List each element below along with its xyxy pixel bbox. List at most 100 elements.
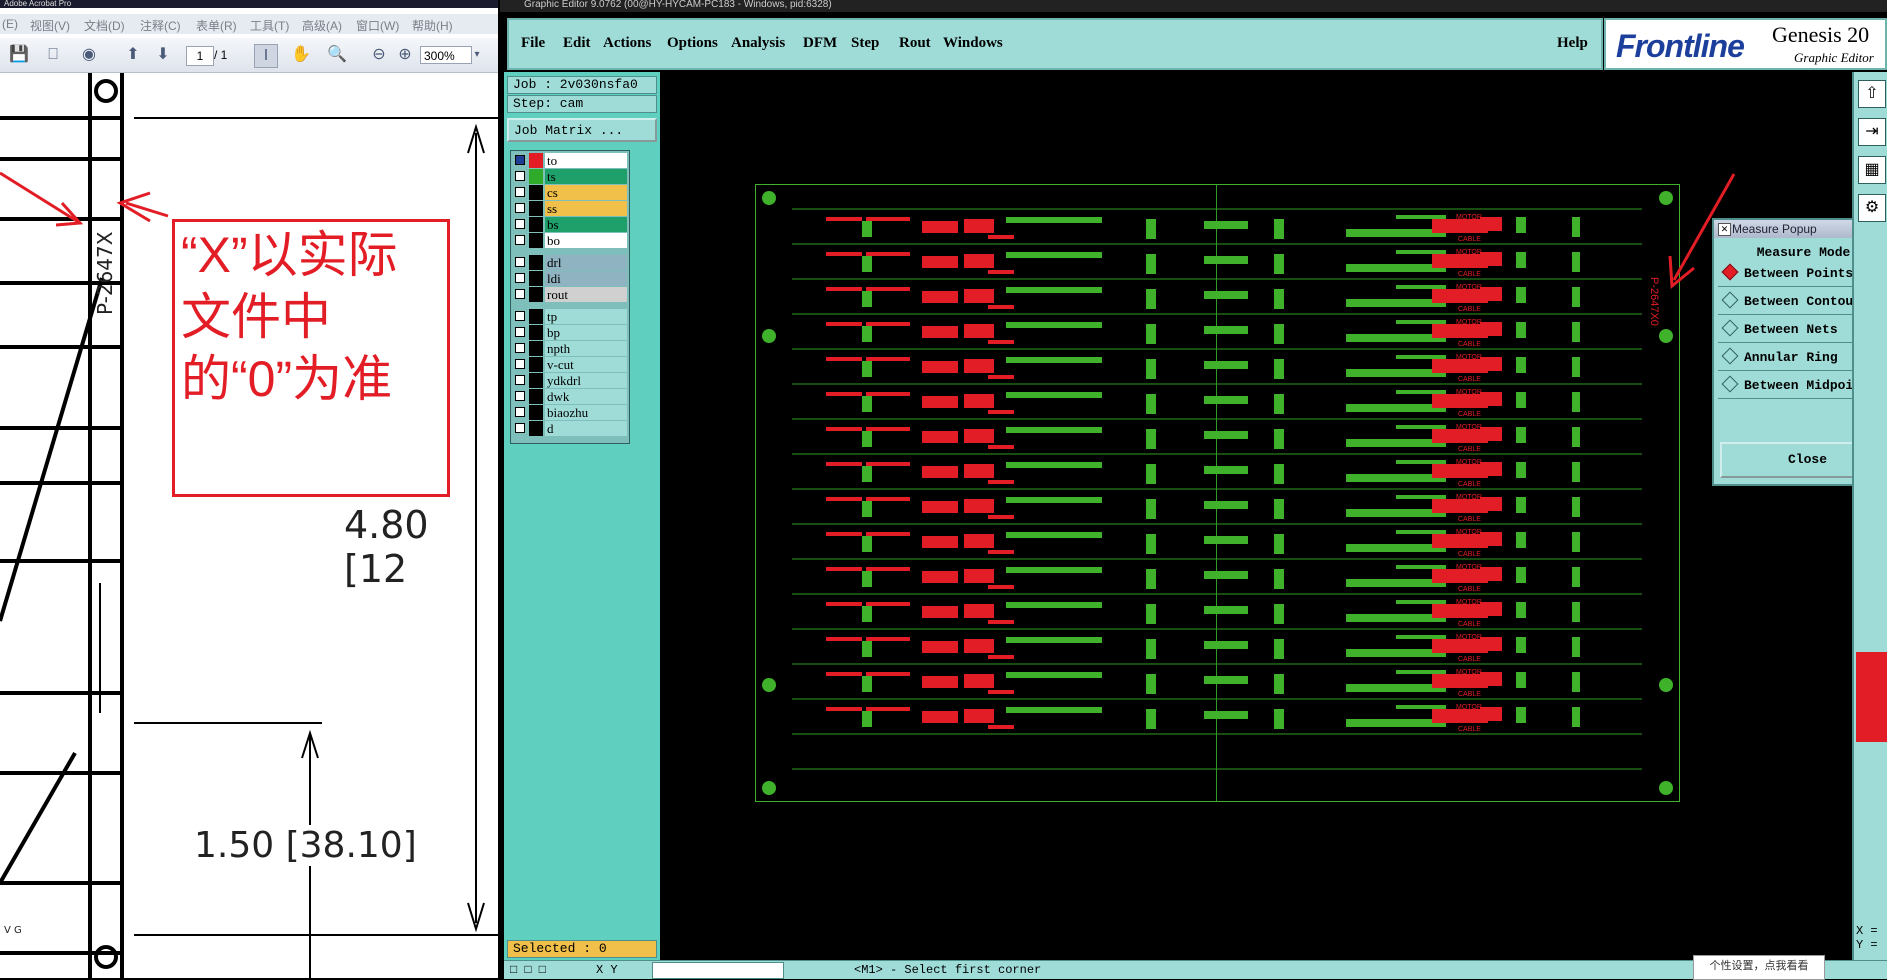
board-pad [1480, 462, 1502, 476]
menu-rout[interactable]: Rout [899, 35, 931, 52]
layer-row-ts[interactable]: ts [513, 169, 627, 184]
layer-row-bo[interactable]: bo [513, 233, 627, 248]
page-number-input[interactable]: 1 [186, 46, 214, 66]
acrobat-menu-tools[interactable]: 工具(T) [250, 17, 289, 34]
board-pad [1516, 672, 1526, 688]
personalize-tooltip[interactable]: 个性设置，点我看看 [1693, 955, 1825, 980]
share-icon[interactable]: ◉ [78, 44, 100, 66]
zoom-dropdown-icon[interactable]: ▾ [466, 44, 488, 66]
layer-color-swatch [529, 153, 543, 168]
menu-options[interactable]: Options [667, 35, 718, 52]
menu-edit[interactable]: Edit [563, 35, 591, 52]
layer-row-bp[interactable]: bp [513, 325, 627, 340]
select-text-icon[interactable]: I [254, 44, 278, 68]
layer-checkbox[interactable] [515, 375, 525, 385]
popup-close-icon[interactable]: ✕ [1718, 223, 1731, 236]
board-pad [964, 219, 994, 233]
acrobat-menu-edit[interactable]: (E) [2, 17, 18, 31]
print-icon[interactable]: ⎕ [42, 44, 64, 66]
board-pad [1204, 676, 1248, 684]
layer-checkbox[interactable] [515, 423, 525, 433]
layer-row-rout[interactable]: rout [513, 287, 627, 302]
acrobat-menu-advanced[interactable]: 高级(A) [302, 17, 342, 34]
layer-row-ss[interactable]: ss [513, 201, 627, 216]
hand-tool-icon[interactable]: ✋ [290, 44, 312, 66]
layer-row-ldi[interactable]: ldi [513, 271, 627, 286]
board-pad [1396, 285, 1446, 289]
layer-checkbox[interactable] [515, 203, 525, 213]
acrobat-menu-forms[interactable]: 表单(R) [196, 17, 237, 34]
board-pad [1516, 217, 1526, 233]
export-icon[interactable]: ⇧ [1858, 80, 1886, 108]
layer-checkbox[interactable] [515, 407, 525, 417]
layer-checkbox[interactable] [515, 219, 525, 229]
job-label: Job : 2v030nsfa0 [507, 76, 657, 94]
board-pad [988, 340, 1014, 344]
layer-row-tp[interactable]: tp [513, 309, 627, 324]
menu-actions[interactable]: Actions [603, 35, 651, 52]
status-tool-icons[interactable]: □ □ □ [510, 961, 546, 979]
layer-checkbox[interactable] [515, 273, 525, 283]
layer-tool-icon[interactable]: ▦ [1858, 156, 1886, 184]
layer-checkbox[interactable] [515, 187, 525, 197]
layer-checkbox[interactable] [515, 327, 525, 337]
layer-row-to[interactable]: to [513, 153, 627, 168]
layer-row-dwk[interactable]: dwk [513, 389, 627, 404]
board-pad [1396, 390, 1446, 394]
board-row-10: MOTOR CABLE [826, 529, 1580, 558]
menu-help[interactable]: Help [1557, 35, 1588, 52]
menu-file[interactable]: File [521, 35, 545, 52]
layer-checkbox[interactable] [515, 343, 525, 353]
layer-row-cs[interactable]: cs [513, 185, 627, 200]
board-pad [1204, 326, 1248, 334]
job-matrix-button[interactable]: Job Matrix ... [507, 118, 657, 142]
board-pad [826, 497, 862, 501]
layer-checkbox[interactable] [515, 235, 525, 245]
save-icon[interactable]: 💾 [8, 44, 30, 66]
board-pad [1396, 670, 1446, 674]
layer-checkbox[interactable] [515, 171, 525, 181]
board-pad [1516, 322, 1526, 338]
right-toolbar: ⇧ ⇥ ▦ ⚙ X = Y = [1852, 72, 1887, 960]
layer-checkbox[interactable] [515, 289, 525, 299]
layer-row-npth[interactable]: npth [513, 341, 627, 356]
menu-dfm[interactable]: DFM [803, 35, 837, 52]
layer-row-v-cut[interactable]: v-cut [513, 357, 627, 372]
layer-row-biaozhu[interactable]: biaozhu [513, 405, 627, 420]
zoom-in-icon[interactable]: ⊕ [394, 44, 416, 66]
acrobat-menu-help[interactable]: 帮助(H) [412, 17, 453, 34]
zoom-tool-icon[interactable]: 🔍 [326, 44, 348, 66]
layer-row-drl[interactable]: drl [513, 255, 627, 270]
zoom-level-field[interactable]: 300% [420, 46, 472, 64]
board-pad [1274, 254, 1284, 274]
menu-windows[interactable]: Windows [943, 35, 1003, 52]
status-coordinate-input[interactable] [652, 962, 784, 979]
acrobat-menu-document[interactable]: 文档(D) [84, 17, 125, 34]
zoom-out-icon[interactable]: ⊖ [368, 44, 390, 66]
menu-step[interactable]: Step [851, 35, 879, 52]
board-pad [1432, 674, 1488, 688]
layer-row-bs[interactable]: bs [513, 217, 627, 232]
menu-analysis[interactable]: Analysis [731, 35, 785, 52]
acrobat-menu-comment[interactable]: 注释(C) [140, 17, 181, 34]
board-pad [1572, 252, 1580, 272]
layer-checkbox[interactable] [515, 359, 525, 369]
next-page-icon[interactable]: ⬇ [152, 44, 174, 66]
layer-checkbox[interactable] [515, 311, 525, 321]
layer-checkbox[interactable] [515, 155, 525, 165]
acrobat-menu-view[interactable]: 视图(V) [30, 17, 70, 34]
board-pad [1480, 252, 1502, 266]
board-pad [1480, 287, 1502, 301]
board-pad [1006, 217, 1102, 223]
acrobat-menu-window[interactable]: 窗口(W) [356, 17, 399, 34]
layer-checkbox[interactable] [515, 391, 525, 401]
settings-tool-icon[interactable]: ⚙ [1858, 194, 1886, 222]
board-cable-label: CABLE [1458, 271, 1481, 278]
previous-page-icon[interactable]: ⬆ [122, 44, 144, 66]
layer-checkbox[interactable] [515, 257, 525, 267]
layer-row-ydkdrl[interactable]: ydkdrl [513, 373, 627, 388]
board-pad [1274, 324, 1284, 344]
layer-row-d[interactable]: d [513, 421, 627, 436]
layer-color-swatch [529, 421, 543, 436]
import-icon[interactable]: ⇥ [1858, 118, 1886, 146]
